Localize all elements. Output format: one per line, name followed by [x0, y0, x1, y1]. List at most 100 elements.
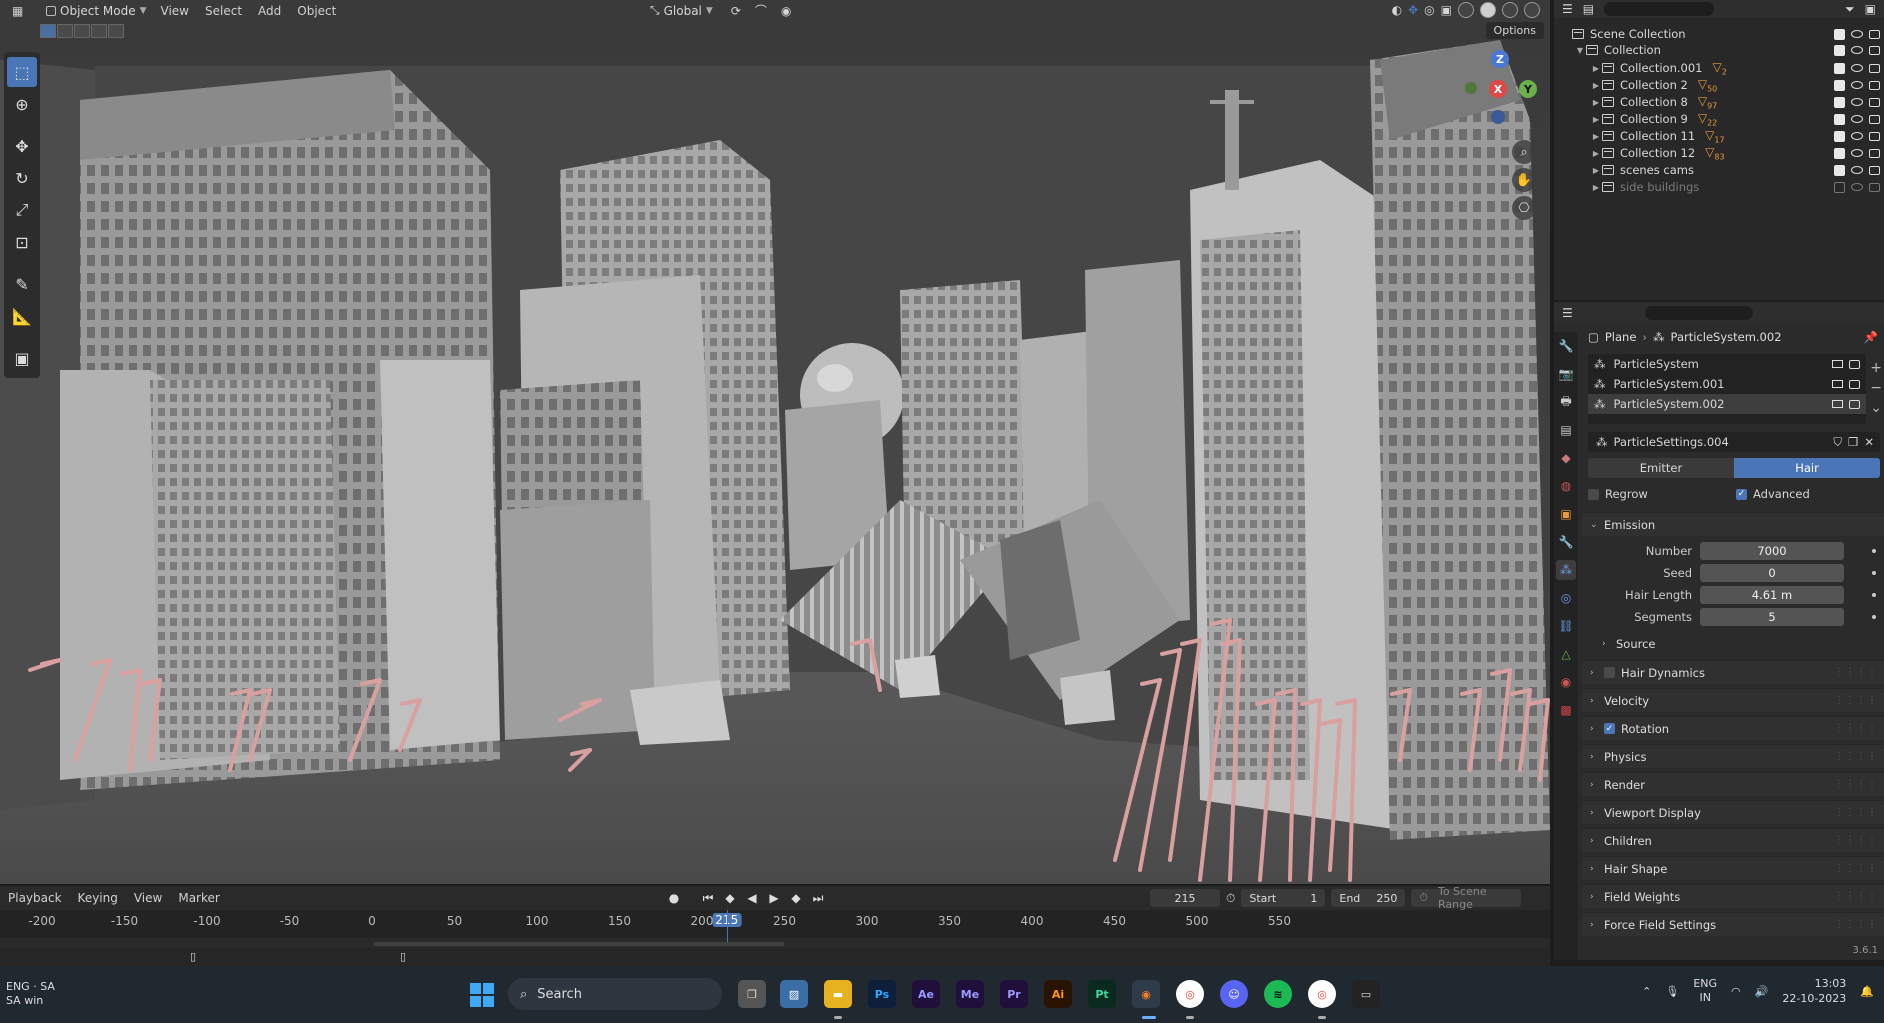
collapsed-panel-header[interactable]: › Force Field Settings ⋮⋮⋮⋮	[1582, 912, 1884, 936]
particle-system-row[interactable]: ⁂ ParticleSystem	[1588, 354, 1866, 374]
exclude-checkbox[interactable]	[1834, 130, 1845, 142]
show-viewport-icon[interactable]	[1832, 399, 1843, 408]
play-icon[interactable]: ▶	[765, 889, 783, 907]
emission-panel-header[interactable]: ⌄ Emission	[1582, 512, 1884, 536]
neg-z-axis-handle[interactable]	[1491, 110, 1505, 124]
eye-icon[interactable]	[1851, 132, 1863, 140]
scroll-handle-right-icon[interactable]: ▯	[400, 950, 406, 963]
eye-icon[interactable]	[1851, 166, 1863, 174]
modifier-tab-icon[interactable]: 🔧	[1556, 532, 1576, 552]
clock[interactable]: 13:03 22-10-2023	[1782, 976, 1846, 1006]
select-extend-button[interactable]	[57, 24, 73, 38]
terminal-icon[interactable]: ▭	[1352, 980, 1380, 1008]
eye-icon[interactable]	[1851, 115, 1863, 123]
particle-system-row[interactable]: ⁂ ParticleSystem.002	[1588, 394, 1866, 414]
eye-icon[interactable]	[1851, 183, 1863, 191]
world-tab-icon[interactable]: ◍	[1556, 476, 1576, 496]
new-collection-icon[interactable]: ▣	[1865, 2, 1876, 16]
weather-widget[interactable]: ENG · SA SA win	[6, 980, 55, 1008]
eye-icon[interactable]	[1851, 81, 1863, 89]
menu-object[interactable]: Object	[289, 4, 344, 18]
scale-tool[interactable]: ⤢	[7, 195, 37, 225]
transform-tool[interactable]: ⊡	[7, 227, 37, 257]
drag-grip-icon[interactable]: ⋮⋮⋮⋮	[1834, 807, 1878, 818]
photoshop-icon[interactable]: Ps	[868, 980, 896, 1008]
play-reverse-icon[interactable]: ◀	[743, 889, 761, 907]
illustrator-icon[interactable]: Ai	[1044, 980, 1072, 1008]
navigation-gizmo[interactable]: Z Y X	[1455, 50, 1545, 140]
collapsed-panel-header[interactable]: › Render ⋮⋮⋮⋮	[1582, 772, 1884, 796]
after-effects-icon[interactable]: Ae	[912, 980, 940, 1008]
panel-enable-checkbox[interactable]	[1604, 667, 1615, 678]
collapsed-panel-header[interactable]: › Hair Dynamics ⋮⋮⋮⋮	[1582, 660, 1884, 684]
drag-grip-icon[interactable]: ⋮⋮⋮⋮	[1834, 779, 1878, 790]
exclude-checkbox[interactable]	[1834, 44, 1845, 56]
outliner-search-input[interactable]	[1604, 2, 1715, 16]
start-button[interactable]	[470, 983, 494, 1007]
collapsed-panel-header[interactable]: › Children ⋮⋮⋮⋮	[1582, 828, 1884, 852]
show-viewport-icon[interactable]	[1832, 359, 1843, 368]
object-tab-icon[interactable]: ▣	[1556, 504, 1576, 524]
emitter-button[interactable]: Emitter	[1588, 458, 1734, 478]
transform-orientation[interactable]: ⤡ Global ▼ ⟳ ⌒ ◉	[650, 2, 791, 19]
eye-icon[interactable]	[1851, 46, 1863, 54]
chrome-profile-icon[interactable]: ◎	[1308, 980, 1336, 1008]
collapsed-panel-header[interactable]: › Viewport Display ⋮⋮⋮⋮	[1582, 800, 1884, 824]
visibility-icon[interactable]: ◐	[1392, 3, 1402, 17]
wireframe-shading-button[interactable]	[1458, 2, 1474, 18]
rendered-shading-button[interactable]	[1524, 2, 1540, 18]
render-camera-icon[interactable]	[1869, 131, 1880, 141]
task-view-icon[interactable]: ❐	[738, 980, 766, 1008]
playhead-line[interactable]	[726, 910, 728, 942]
media-encoder-icon[interactable]: Me	[956, 980, 984, 1008]
duplicate-icon[interactable]: ❐	[1848, 435, 1858, 449]
expand-arrow-icon[interactable]: ▼	[1574, 46, 1586, 55]
painter-icon[interactable]: Pt	[1088, 980, 1116, 1008]
to-scene-range-button[interactable]: ⏱ To Scene Range	[1411, 885, 1522, 911]
drag-grip-icon[interactable]: ⋮⋮⋮⋮	[1834, 695, 1878, 706]
field-value-input[interactable]: 4.61 m	[1700, 586, 1844, 604]
expand-arrow-icon[interactable]: ▶	[1590, 183, 1602, 192]
particle-settings-selector[interactable]: ⁂ ParticleSettings.004 ⛉ ❐ ✕	[1588, 432, 1880, 452]
options-dropdown[interactable]: Options	[1485, 22, 1544, 39]
taskbar-search[interactable]: ⌕ Search	[508, 978, 722, 1010]
exclude-checkbox[interactable]	[1834, 62, 1845, 74]
material-tab-icon[interactable]: ◉	[1556, 672, 1576, 692]
exclude-checkbox[interactable]	[1834, 147, 1845, 159]
animate-dot-icon[interactable]	[1872, 615, 1876, 619]
filter-icon[interactable]: ⏷	[1845, 2, 1855, 17]
expand-arrow-icon[interactable]: ▶	[1590, 166, 1602, 175]
wifi-icon[interactable]: ◠	[1731, 985, 1741, 998]
blender-icon[interactable]: ◉	[1132, 980, 1160, 1008]
microphone-icon[interactable]: 🎙	[1665, 985, 1679, 998]
current-frame-field[interactable]: 215	[1150, 889, 1220, 907]
particle-system-row[interactable]: ⁂ ParticleSystem.001	[1588, 374, 1866, 394]
output-tab-icon[interactable]: 🖶	[1556, 392, 1576, 412]
move-tool[interactable]: ✥	[7, 131, 37, 161]
menu-marker[interactable]: Marker	[170, 891, 227, 905]
constraints-tab-icon[interactable]: ⛓	[1556, 616, 1576, 636]
hair-button[interactable]: Hair	[1734, 458, 1880, 478]
solid-shading-button[interactable]	[1480, 2, 1496, 18]
field-value-input[interactable]: 7000	[1700, 542, 1844, 560]
render-camera-icon[interactable]	[1869, 97, 1880, 107]
menu-playback[interactable]: Playback	[0, 891, 70, 905]
eye-icon[interactable]	[1851, 30, 1863, 38]
outliner-editor-icon[interactable]: ☰	[1562, 2, 1573, 16]
expand-arrow-icon[interactable]: ▶	[1590, 81, 1602, 90]
measure-tool[interactable]: 📐	[7, 301, 37, 331]
animate-dot-icon[interactable]	[1872, 549, 1876, 553]
advanced-checkbox[interactable]: ✓	[1736, 488, 1747, 500]
snap-icon[interactable]: ⌒	[755, 2, 767, 19]
menu-timeline-view[interactable]: View	[126, 891, 170, 905]
photos-app-icon[interactable]: ▨	[780, 980, 808, 1008]
texture-tab-icon[interactable]: ▩	[1556, 700, 1576, 720]
outliner-row[interactable]: ▼ Collection	[1554, 40, 1884, 60]
discord-icon[interactable]: ☺	[1220, 980, 1248, 1008]
render-camera-icon[interactable]	[1869, 80, 1880, 90]
eye-icon[interactable]	[1851, 98, 1863, 106]
timeline-scrollbar[interactable]: ▯ ▯	[0, 948, 1550, 968]
scene-tab-icon[interactable]: ◆	[1556, 448, 1576, 468]
render-camera-icon[interactable]	[1869, 148, 1880, 158]
animate-dot-icon[interactable]	[1872, 571, 1876, 575]
